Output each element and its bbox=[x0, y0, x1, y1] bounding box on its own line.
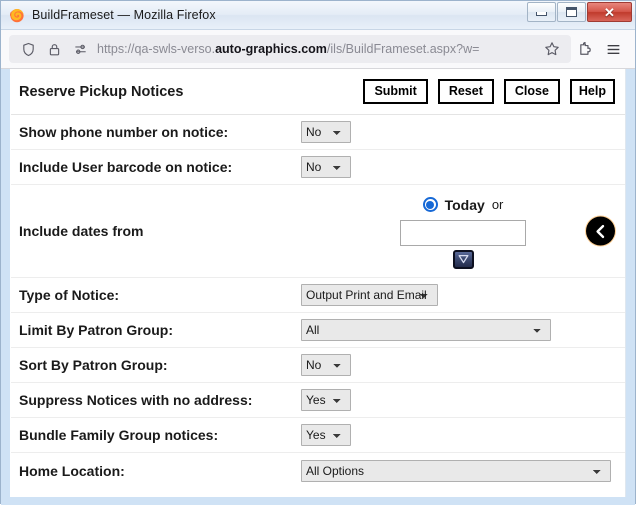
frameset-left-gutter bbox=[1, 69, 10, 505]
date-from-input[interactable] bbox=[400, 219, 526, 246]
label-show-phone: Show phone number on notice: bbox=[19, 124, 229, 140]
control-home-location: All Options bbox=[301, 459, 625, 482]
puzzle-extensions-icon[interactable] bbox=[571, 35, 599, 63]
minimize-icon bbox=[536, 12, 547, 16]
row-bundle-family: Bundle Family Group notices: Yes bbox=[11, 418, 625, 453]
label-include-dates: Include dates from bbox=[19, 223, 144, 239]
control-sort-patron-group: No bbox=[301, 354, 625, 376]
or-label: or bbox=[491, 197, 504, 212]
url-display[interactable]: https://qa-swls-verso.auto-graphics.com/… bbox=[97, 42, 539, 56]
row-limit-patron-group: Limit By Patron Group: All bbox=[11, 313, 625, 348]
label-suppress-no-address: Suppress Notices with no address: bbox=[19, 392, 253, 408]
row-show-phone: Show phone number on notice: No bbox=[11, 115, 625, 150]
address-bar[interactable]: https://qa-swls-verso.auto-graphics.com/… bbox=[9, 35, 571, 63]
row-include-dates: Include dates from Today or bbox=[11, 185, 625, 278]
control-type-of-notice: Output Print and Email bbox=[301, 284, 625, 306]
shield-icon[interactable] bbox=[15, 36, 41, 62]
form-header: Reserve Pickup Notices Submit Reset Clos… bbox=[11, 69, 625, 115]
url-prefix: https://qa-swls-verso. bbox=[97, 42, 216, 56]
url-suffix: /ils/BuildFrameset.aspx?w= bbox=[326, 42, 480, 56]
select-include-barcode[interactable]: No bbox=[301, 156, 351, 178]
date-picker-triangle-icon[interactable] bbox=[452, 249, 474, 269]
control-bundle-family: Yes bbox=[301, 424, 625, 446]
window-controls: ✕ bbox=[526, 2, 632, 22]
select-bundle-family[interactable]: Yes bbox=[301, 424, 351, 446]
row-sort-patron-group: Sort By Patron Group: No bbox=[11, 348, 625, 383]
select-sort-patron-group[interactable]: No bbox=[301, 354, 351, 376]
reset-button[interactable]: Reset bbox=[437, 78, 494, 105]
row-type-of-notice: Type of Notice: Output Print and Email bbox=[11, 278, 625, 313]
select-suppress-no-address[interactable]: Yes bbox=[301, 389, 351, 411]
hamburger-menu-icon[interactable] bbox=[599, 35, 627, 63]
select-home-location[interactable]: All Options bbox=[301, 459, 611, 482]
label-include-barcode: Include User barcode on notice: bbox=[19, 159, 233, 175]
title-bar: BuildFrameset — Mozilla Firefox ✕ bbox=[1, 1, 635, 30]
page-title: Reserve Pickup Notices bbox=[19, 83, 184, 100]
today-label: Today bbox=[444, 196, 485, 213]
label-type-of-notice: Type of Notice: bbox=[19, 287, 120, 303]
radio-selected-dot bbox=[426, 200, 435, 209]
frameset-right-gutter bbox=[626, 69, 635, 505]
padlock-icon[interactable] bbox=[41, 36, 67, 62]
label-sort-patron-group: Sort By Patron Group: bbox=[19, 357, 168, 373]
firefox-logo-icon bbox=[9, 7, 25, 23]
row-home-location: Home Location: All Options bbox=[11, 453, 625, 488]
url-host: auto-graphics.com bbox=[215, 42, 327, 56]
close-window-button[interactable]: ✕ bbox=[587, 2, 632, 22]
site-permissions-icon[interactable] bbox=[67, 36, 93, 62]
label-home-location: Home Location: bbox=[19, 462, 125, 479]
select-show-phone[interactable]: No bbox=[301, 121, 351, 143]
row-include-barcode: Include User barcode on notice: No bbox=[11, 150, 625, 185]
close-icon: ✕ bbox=[604, 4, 615, 20]
form-panel: Reserve Pickup Notices Submit Reset Clos… bbox=[10, 69, 626, 497]
select-type-of-notice[interactable]: Output Print and Email bbox=[301, 284, 438, 306]
select-limit-patron-group[interactable]: All bbox=[301, 319, 551, 341]
submit-button[interactable]: Submit bbox=[363, 78, 428, 105]
form-action-buttons: Submit Reset Close Help bbox=[353, 78, 615, 105]
row-suppress-no-address: Suppress Notices with no address: Yes bbox=[11, 383, 625, 418]
browser-window: BuildFrameset — Mozilla Firefox ✕ https:… bbox=[0, 0, 636, 505]
minimize-button[interactable] bbox=[527, 2, 556, 22]
today-radio-button[interactable] bbox=[422, 197, 438, 212]
window-title: BuildFrameset — Mozilla Firefox bbox=[32, 8, 216, 22]
maximize-restore-icon bbox=[566, 7, 577, 17]
control-include-dates: Today or bbox=[301, 194, 625, 269]
control-suppress-no-address: Yes bbox=[301, 389, 625, 411]
control-show-phone: No bbox=[301, 121, 625, 143]
star-bookmark-icon[interactable] bbox=[539, 36, 565, 62]
today-radio-group[interactable]: Today or bbox=[422, 194, 504, 216]
control-include-barcode: No bbox=[301, 156, 625, 178]
label-bundle-family: Bundle Family Group notices: bbox=[19, 427, 219, 443]
label-limit-patron-group: Limit By Patron Group: bbox=[19, 322, 173, 338]
close-button[interactable]: Close bbox=[503, 78, 560, 105]
back-chevron-circle-icon[interactable] bbox=[586, 216, 615, 246]
page-content: Reserve Pickup Notices Submit Reset Clos… bbox=[1, 69, 635, 505]
control-limit-patron-group: All bbox=[301, 319, 625, 341]
maximize-button[interactable] bbox=[557, 2, 586, 22]
help-button[interactable]: Help bbox=[569, 78, 615, 105]
browser-toolbar: https://qa-swls-verso.auto-graphics.com/… bbox=[1, 30, 635, 69]
